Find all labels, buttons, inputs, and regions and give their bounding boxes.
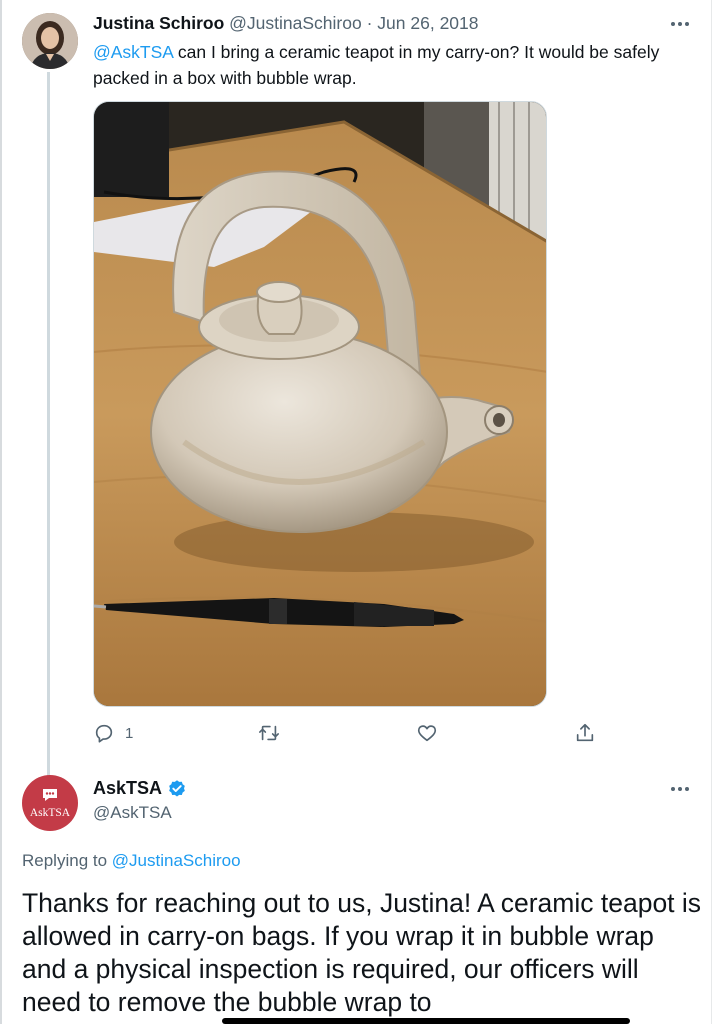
left-border — [0, 0, 2, 1024]
heart-icon — [417, 725, 437, 742]
reply-author[interactable]: AskTSA — [93, 778, 187, 799]
mention-link[interactable]: @AskTSA — [93, 42, 173, 62]
chat-bubble-icon — [43, 789, 57, 801]
right-border — [711, 0, 712, 1024]
avatar-label: AskTSA — [29, 807, 71, 819]
tweet-date[interactable]: Jun 26, 2018 — [377, 13, 478, 33]
retweet-icon — [259, 725, 279, 741]
author-name[interactable]: Justina Schiroo — [93, 13, 224, 33]
reply-text: Thanks for reaching out to us, Justina! … — [22, 888, 702, 1017]
header-separator: · — [366, 13, 373, 33]
replying-to-prefix: Replying to — [22, 851, 112, 870]
replying-to: Replying to @JustinaSchiroo — [22, 851, 241, 871]
reply-author-handle[interactable]: @AskTSA — [93, 803, 172, 823]
more-icon[interactable] — [668, 19, 692, 29]
tweet-photo[interactable] — [93, 101, 547, 707]
reply-author-name: AskTSA — [93, 778, 163, 798]
reply-count: 1 — [125, 724, 134, 742]
tweet-body: can I bring a ceramic teapot in my carry… — [93, 42, 660, 88]
home-indicator[interactable] — [222, 1018, 630, 1024]
tweet-text: @AskTSA can I bring a ceramic teapot in … — [93, 39, 693, 91]
thread-connector — [47, 72, 50, 777]
tweet-header: Justina Schiroo @JustinaSchiroo · Jun 26… — [93, 13, 688, 35]
teapot-photo-image — [94, 102, 546, 706]
verified-badge-icon — [169, 779, 185, 796]
share-button[interactable] — [574, 722, 596, 744]
share-icon — [576, 723, 594, 742]
like-button[interactable] — [416, 722, 438, 744]
reply-icon — [95, 724, 113, 743]
avatar-portrait-icon — [22, 13, 78, 69]
replying-to-handle[interactable]: @JustinaSchiroo — [112, 851, 241, 870]
avatar-asktsa[interactable]: AskTSA — [22, 775, 78, 831]
more-icon[interactable] — [668, 784, 692, 794]
reply-button[interactable]: 1 — [93, 722, 133, 744]
retweet-button[interactable] — [258, 722, 280, 744]
author-handle[interactable]: @JustinaSchiroo — [229, 13, 362, 33]
avatar-justina[interactable] — [22, 13, 78, 69]
